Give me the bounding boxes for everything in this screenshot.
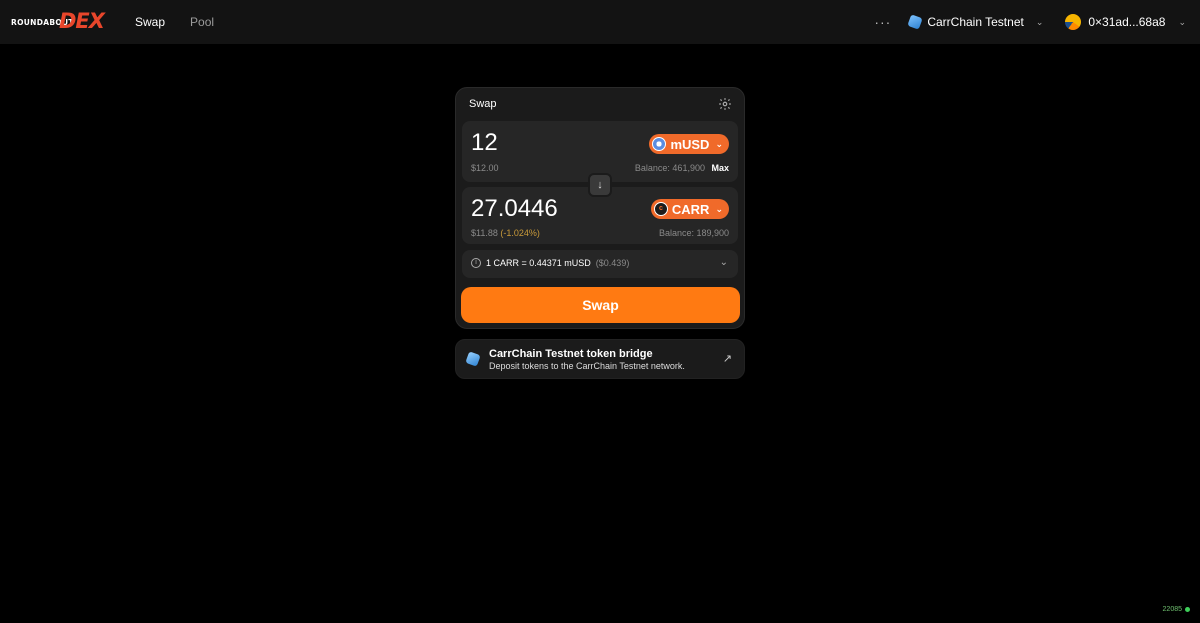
- exchange-rate: i 1 CARR = 0.44371 mUSD ($0.439): [471, 258, 629, 268]
- chevron-down-icon: ⌄: [715, 138, 723, 149]
- wallet-avatar: [1065, 14, 1082, 30]
- musd-token-icon: [652, 137, 667, 151]
- max-button[interactable]: Max: [711, 163, 729, 173]
- price-impact: (-1.024%): [500, 228, 540, 238]
- exchange-rate-usd: ($0.439): [595, 258, 630, 268]
- chevron-down-icon: ⌄: [1178, 16, 1186, 27]
- sell-usd-value: $12.00: [471, 163, 499, 173]
- more-options-icon[interactable]: ···: [874, 14, 891, 30]
- buy-token-selector[interactable]: c CARR ⌄: [650, 199, 729, 219]
- header-right-controls: ··· CarrChain Testnet ⌄ 0×31ad...68a8 ⌄: [874, 14, 1186, 30]
- swap-button[interactable]: Swap: [461, 287, 740, 323]
- network-name: CarrChain Testnet: [927, 15, 1024, 29]
- bridge-title: CarrChain Testnet token bridge: [489, 348, 653, 360]
- external-link-arrow-icon[interactable]: ↗: [723, 352, 732, 365]
- buy-token-symbol: CARR: [671, 201, 710, 217]
- sell-token-symbol: mUSD: [670, 136, 710, 152]
- swap-card-title: Swap: [469, 98, 497, 110]
- chevron-down-icon[interactable]: ⌄: [720, 257, 728, 268]
- sell-token-selector[interactable]: mUSD ⌄: [649, 134, 729, 154]
- wallet-address: 0×31ad...68a8: [1088, 15, 1166, 29]
- status-dot-icon: [1185, 607, 1190, 612]
- network-selector[interactable]: CarrChain Testnet ⌄: [907, 14, 1044, 30]
- main-nav: Swap Pool: [135, 15, 214, 29]
- buy-amount-input[interactable]: 27.0446: [471, 195, 558, 223]
- sell-balance: Balance: 461,900 Max: [635, 163, 729, 173]
- settings-gear-icon[interactable]: [718, 97, 732, 111]
- sell-amount-input[interactable]: 12: [471, 129, 498, 157]
- switch-direction-arrow-icon[interactable]: ↓: [588, 173, 612, 197]
- bridge-subtitle: Deposit tokens to the CarrChain Testnet …: [489, 361, 685, 371]
- nav-pool[interactable]: Pool: [190, 15, 214, 29]
- buy-usd-amount: $11.88: [471, 228, 498, 238]
- wallet-button[interactable]: 0×31ad...68a8 ⌄: [1065, 14, 1186, 30]
- exchange-rate-text: 1 CARR = 0.44371 mUSD: [486, 258, 591, 268]
- swap-card: Swap 12 $12.00 mUSD ⌄ Balance: 461,900 M…: [455, 87, 745, 329]
- buy-usd-value: $11.88 (-1.024%): [471, 228, 540, 238]
- carr-token-icon: c: [653, 202, 668, 216]
- carrchain-network-icon: [907, 14, 924, 30]
- sell-balance-text: Balance: 461,900: [634, 163, 705, 173]
- block-number-indicator: 22085: [1163, 606, 1190, 613]
- chevron-down-icon: ⌄: [715, 203, 723, 214]
- rate-row[interactable]: i 1 CARR = 0.44371 mUSD ($0.439) ⌄: [462, 250, 738, 278]
- nav-swap[interactable]: Swap: [135, 15, 165, 29]
- chevron-down-icon: ⌄: [1035, 16, 1044, 27]
- logo-wordmark-dex: DEX: [59, 9, 105, 33]
- buy-balance: Balance: 189,900: [658, 228, 729, 238]
- block-number: 22085: [1162, 606, 1182, 613]
- info-icon: i: [471, 258, 481, 268]
- top-navigation-bar: ROUNDABOUT DEX Swap Pool ··· CarrChain T…: [0, 0, 1200, 44]
- roundabout-dex-logo[interactable]: ROUNDABOUT DEX: [10, 9, 110, 34]
- carrchain-network-icon: [465, 351, 481, 367]
- token-bridge-banner[interactable]: CarrChain Testnet token bridge Deposit t…: [455, 339, 745, 379]
